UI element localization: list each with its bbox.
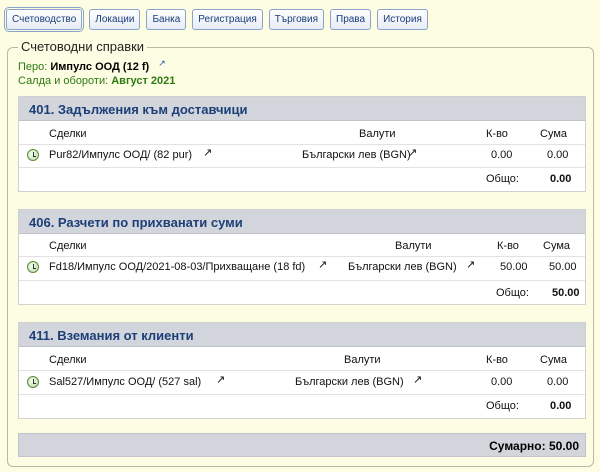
col-deals-header: Сделки [49,128,87,140]
qty-value: 50.00 [500,261,528,273]
divider [19,144,585,145]
report-fieldset: Счетоводни справки Перо: Импулс ООД (12 … [7,39,594,467]
amount-value: 0.00 [547,376,569,388]
deal-link[interactable]: Pur82/Импулс ООД/ (82 pur) [49,149,192,161]
main-tab-bar: Счетоводство Локации Банка Регистрация Т… [3,7,428,32]
clock-icon [27,149,39,161]
external-link-icon[interactable]: ↗ [203,146,212,159]
col-currency-header: Валути [359,128,396,140]
total-value: 0.00 [550,173,572,185]
pero-value: Импулс ООД (12 f) [50,61,150,73]
col-deals-header: Сделки [49,240,87,252]
grand-total-label: Сумарно: [489,439,546,453]
qty-value: 0.00 [491,149,513,161]
report-title: Счетоводни справки [18,39,148,54]
grand-total: Сумарно: 50.00 [489,439,579,453]
tab-accounting[interactable]: Счетоводство [3,7,85,32]
total-value: 50.00 [552,287,580,299]
clock-icon [27,376,39,388]
panel-title: 406. Разчети по прихванати суми [19,210,585,234]
tab-registration[interactable]: Регистрация [192,9,263,30]
total-label: Общо: [486,400,519,412]
account-panel-401: 401. Задължения към доставчици Сделки Ва… [18,96,586,192]
divider [19,167,585,168]
currency-link[interactable]: Български лев (BGN) [302,149,411,161]
tab-history[interactable]: История [377,9,428,30]
currency-link[interactable]: Български лев (BGN) [348,261,457,273]
col-amount-header: Сума [540,354,568,366]
divider [19,256,585,257]
divider [19,280,585,281]
account-panel-406: 406. Разчети по прихванати суми Сделки В… [18,209,586,305]
grand-total-value: 50.00 [548,439,579,453]
clock-icon [27,261,39,273]
external-link-icon[interactable]: ↗ [413,373,422,386]
period-line: Салда и обороти: Август 2021 [18,75,175,87]
account-panel-411: 411. Вземания от клиенти Сделки Валути К… [18,322,586,419]
pero-label: Перо: [18,61,48,73]
panel-title: 401. Задължения към доставчици [19,97,585,121]
period-value: Август 2021 [111,75,176,87]
tab-locations[interactable]: Локации [89,9,141,30]
col-deals-header: Сделки [49,354,87,366]
col-qty-header: К-во [497,240,519,252]
pero-line: Перо: Импулс ООД (12 f) ↗ [18,58,166,73]
amount-value: 50.00 [549,261,577,273]
external-link-icon[interactable]: ↗ [318,258,327,271]
deal-link[interactable]: Fd18/Импулс ООД/2021-08-03/Прихващане (1… [49,261,305,273]
amount-value: 0.00 [547,149,569,161]
external-link-icon[interactable]: ↗ [158,58,166,68]
panel-title: 411. Вземания от клиенти [19,323,585,347]
col-amount-header: Сума [543,240,571,252]
qty-value: 0.00 [491,376,513,388]
external-link-icon[interactable]: ↗ [408,146,417,159]
col-currency-header: Валути [395,240,432,252]
col-qty-header: К-во [486,354,508,366]
external-link-icon[interactable]: ↗ [216,373,225,386]
divider [19,394,585,395]
deal-link[interactable]: Sal527/Импулс ООД/ (527 sal) [49,376,201,388]
grand-total-bar: Сумарно: 50.00 [18,433,586,457]
divider [19,370,585,371]
total-label: Общо: [496,287,529,299]
col-amount-header: Сума [540,128,568,140]
external-link-icon[interactable]: ↗ [466,258,475,271]
currency-link[interactable]: Български лев (BGN) [295,376,404,388]
tab-bank[interactable]: Банка [146,9,187,30]
total-label: Общо: [486,173,519,185]
period-label: Салда и обороти: [18,75,109,87]
total-value: 0.00 [550,400,572,412]
col-qty-header: К-во [486,128,508,140]
tab-rights[interactable]: Права [330,9,372,30]
col-currency-header: Валути [344,354,381,366]
tab-trade[interactable]: Търговия [268,9,324,30]
